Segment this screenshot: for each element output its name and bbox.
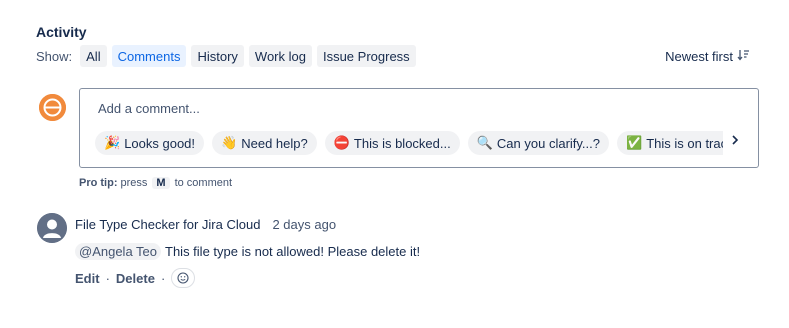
party-icon: 🎉: [104, 135, 121, 150]
filter-work-log[interactable]: Work log: [248, 45, 312, 67]
magnifier-icon: 🔍: [476, 135, 493, 150]
show-label: Show:: [36, 48, 73, 64]
chip-label: Can you clarify...?: [496, 135, 601, 151]
emoji-smile-icon: [177, 272, 189, 284]
comment-actions: Edit · Delete ·: [75, 268, 196, 288]
filter-history[interactable]: History: [191, 45, 244, 67]
default-person-icon: [37, 213, 67, 243]
chip-need-help[interactable]: 👋 Need help?: [212, 131, 317, 155]
chip-looks-good[interactable]: 🎉 Looks good!: [95, 131, 205, 155]
comment-input-placeholder[interactable]: Add a comment...: [98, 101, 200, 116]
pro-tip-label: Pro tip:: [79, 177, 118, 189]
chip-label: Looks good!: [124, 135, 196, 151]
check-mark-icon: ✅: [626, 135, 643, 150]
chip-clarify[interactable]: 🔍 Can you clarify...?: [467, 131, 610, 155]
comment-header: File Type Checker for Jira Cloud 2 days …: [75, 217, 336, 232]
filter-comments[interactable]: Comments: [111, 45, 187, 67]
comment-timestamp[interactable]: 2 days ago: [272, 217, 336, 232]
action-separator: ·: [105, 270, 110, 286]
add-reaction-button[interactable]: [171, 268, 196, 288]
chevron-right-icon[interactable]: [730, 133, 740, 149]
edit-comment-button[interactable]: Edit: [75, 271, 100, 286]
activity-filter-bar: Show: All Comments History Work log Issu…: [36, 44, 756, 68]
chip-on-track[interactable]: ✅ This is on track: [617, 131, 723, 155]
sort-label: Newest first: [665, 48, 733, 64]
wave-icon: 👋: [221, 135, 238, 150]
pro-tip-post: to comment: [174, 177, 233, 189]
activity-heading: Activity: [36, 24, 87, 40]
chip-label: This is blocked...: [353, 135, 451, 151]
pro-tip-pre: press: [120, 177, 148, 189]
shortcut-key: M: [152, 177, 170, 189]
quick-reply-chips: 🎉 Looks good! 👋 Need help? ⛔ This is blo…: [95, 131, 723, 155]
chip-label: Need help?: [241, 135, 308, 151]
filter-all[interactable]: All: [80, 45, 107, 67]
delete-comment-button[interactable]: Delete: [116, 271, 155, 286]
no-entry-icon: ⛔: [333, 135, 350, 150]
user-mention[interactable]: @Angela Teo: [75, 243, 162, 260]
comment-author-avatar[interactable]: [37, 213, 67, 243]
filter-issue-progress[interactable]: Issue Progress: [316, 45, 416, 67]
comment-composer[interactable]: Add a comment... 🎉 Looks good! 👋 Need he…: [79, 88, 759, 168]
pro-tip: Pro tip: press M to comment: [79, 177, 232, 189]
chip-blocked[interactable]: ⛔ This is blocked...: [324, 131, 460, 155]
comment-body: @Angela Teo This file type is not allowe…: [75, 243, 420, 260]
comment-author[interactable]: File Type Checker for Jira Cloud: [75, 217, 260, 232]
sort-button[interactable]: Newest first: [665, 49, 756, 64]
comment-text: This file type is not allowed! Please de…: [165, 244, 421, 259]
current-user-avatar[interactable]: [39, 94, 66, 121]
sort-descending-icon: [737, 49, 750, 64]
user-logo-icon: [39, 94, 66, 121]
action-separator: ·: [160, 270, 166, 286]
chip-label: This is on track: [646, 135, 723, 151]
